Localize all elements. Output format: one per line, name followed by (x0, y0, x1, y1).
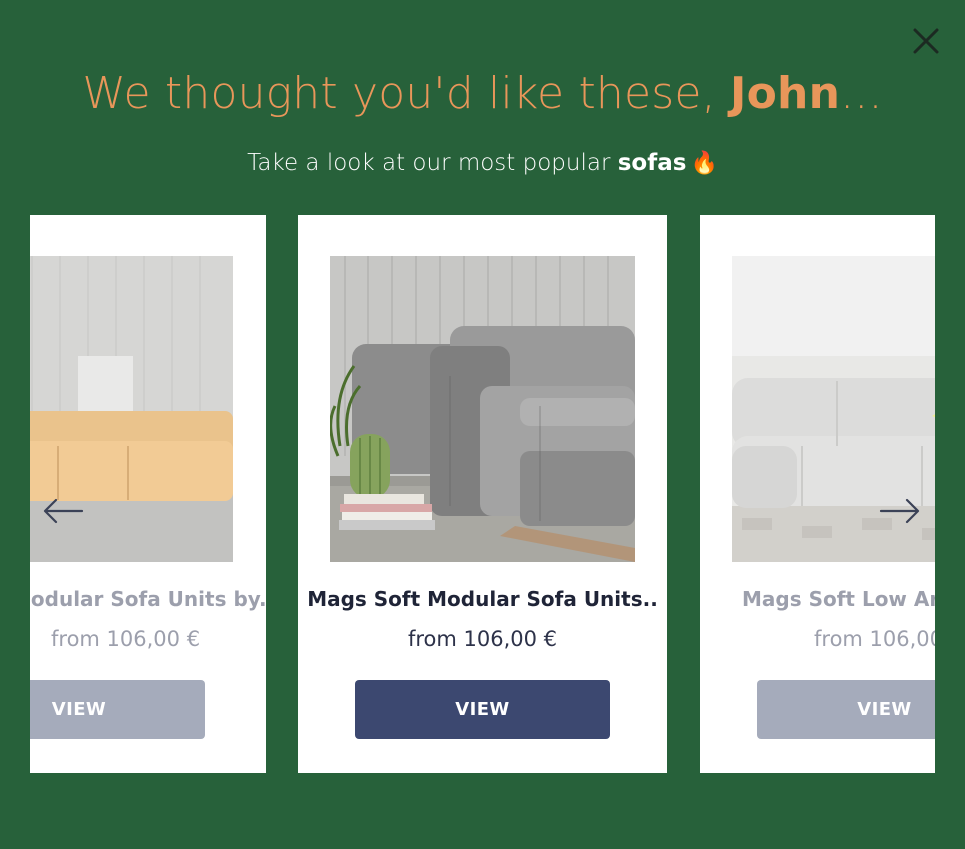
close-button[interactable] (909, 24, 943, 58)
title-user-name: John (730, 68, 841, 119)
view-button[interactable]: VIEW (757, 680, 935, 739)
arrow-left-icon (43, 498, 84, 524)
view-button[interactable]: VIEW (355, 680, 610, 739)
fire-icon: 🔥 (690, 151, 718, 176)
product-name[interactable]: Mags Soft Low Arm (700, 587, 935, 611)
product-price: from 106,00 € (407, 627, 558, 651)
arrow-right-icon (879, 498, 920, 524)
product-name[interactable]: Modular Sofa Units by... (30, 587, 266, 611)
product-name[interactable]: Mags Soft Modular Sofa Units.. (298, 587, 667, 611)
subtitle-category: sofas (617, 150, 687, 176)
product-price: from 106,00 € (51, 627, 201, 651)
product-image[interactable] (330, 256, 635, 562)
title-suffix: ... (840, 68, 883, 119)
close-icon (913, 28, 939, 54)
product-price: from 106,00 (814, 627, 935, 651)
product-carousel: Modular Sofa Units by... from 106,00 € V… (30, 215, 935, 775)
grey-sofa-image (330, 256, 635, 562)
view-button[interactable]: VIEW (30, 680, 205, 739)
modal-subtitle: Take a look at our most popular sofas 🔥 (0, 146, 965, 181)
title-prefix: We thought you'd like these, (82, 68, 731, 119)
subtitle-text: Take a look at our most popular (247, 150, 618, 176)
modal-title: We thought you'd like these, John... (0, 64, 965, 124)
carousel-prev-button[interactable] (42, 493, 84, 529)
product-card[interactable]: Mags Soft Modular Sofa Units.. from 106,… (298, 215, 667, 773)
carousel-next-button[interactable] (879, 493, 921, 529)
